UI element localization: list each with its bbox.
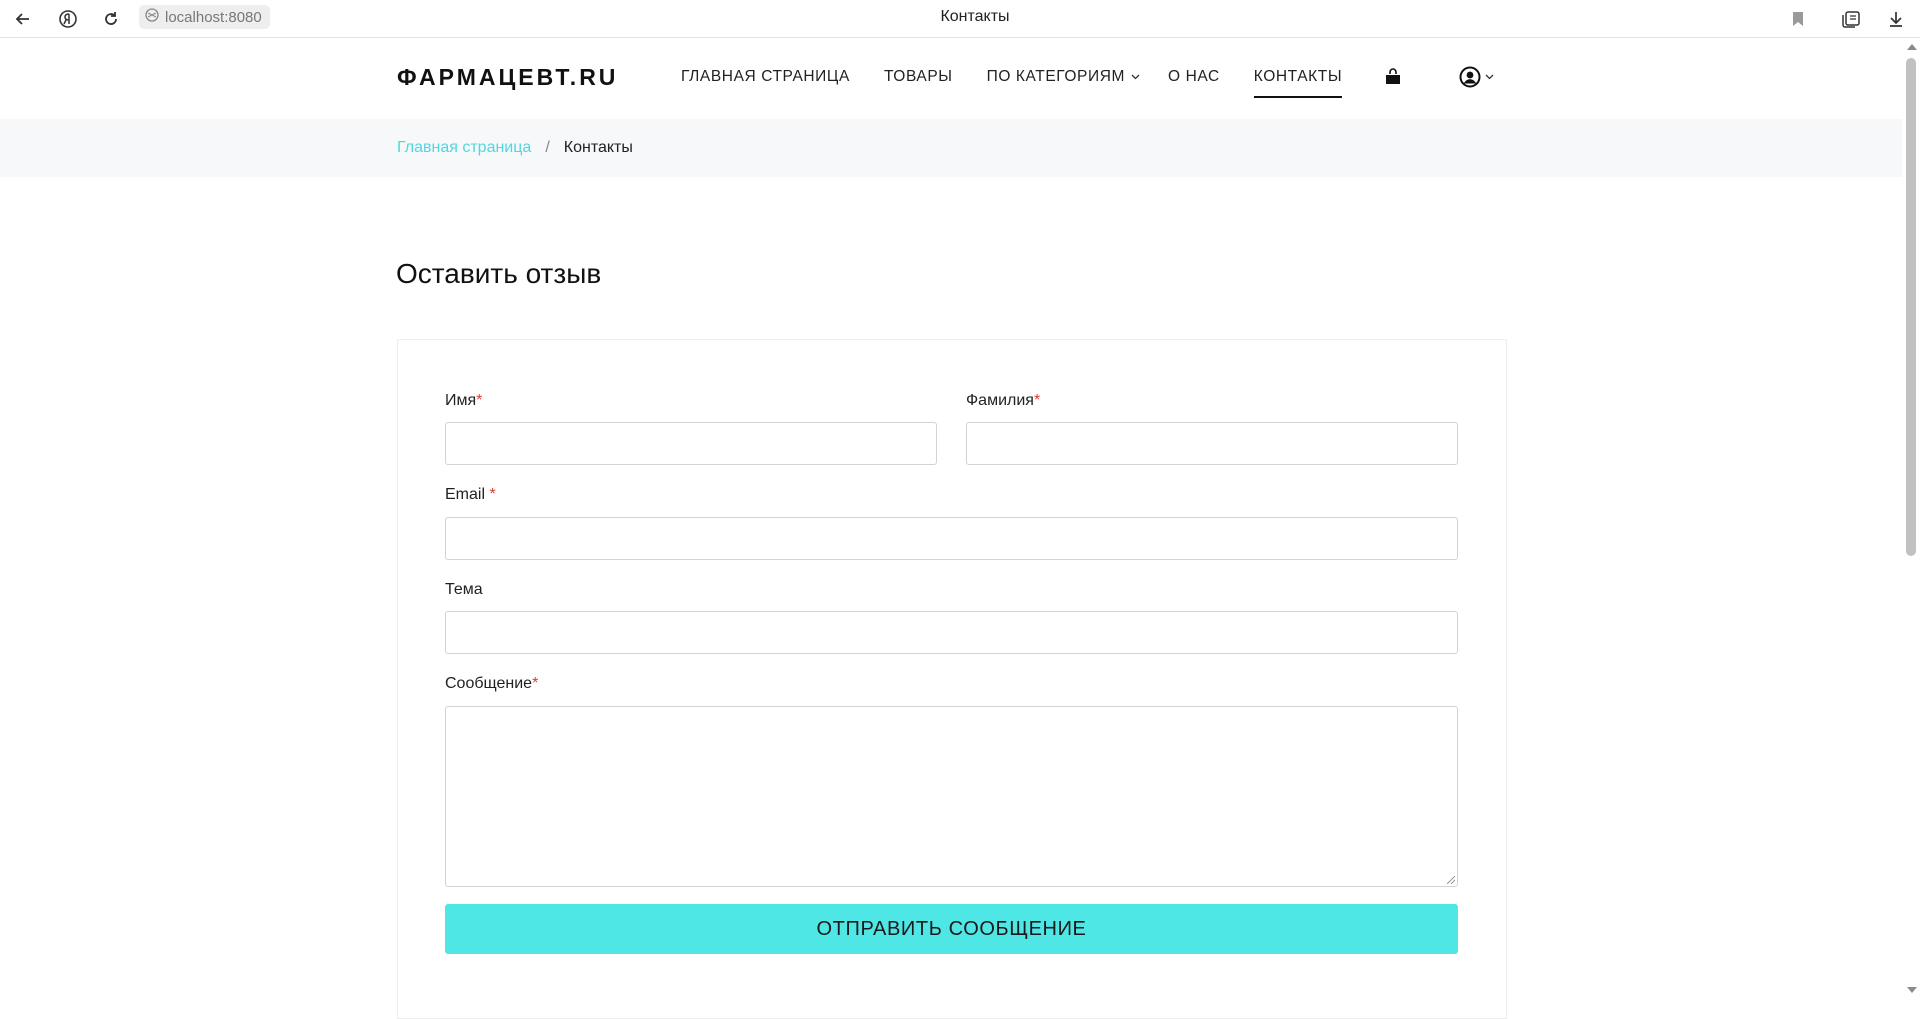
first-name-label-text: Имя (445, 392, 477, 409)
required-mark: * (1033, 392, 1041, 409)
shopping-bag-icon[interactable] (1384, 68, 1402, 86)
message-label-text: Сообщение (445, 675, 533, 692)
collections-icon[interactable] (1837, 5, 1865, 33)
message-label: Сообщение* (445, 675, 538, 693)
nav-item-label: Контакты (1253, 68, 1343, 85)
last-name-input[interactable] (966, 422, 1458, 465)
nav-item-label: Главная страница (681, 68, 850, 85)
scroll-up-icon[interactable] (1907, 44, 1917, 50)
vertical-scrollbar[interactable] (1902, 38, 1920, 999)
breadcrumb-separator: / (545, 139, 550, 156)
email-input[interactable] (445, 517, 1458, 560)
email-label: Email * (445, 486, 496, 504)
scrollbar-thumb[interactable] (1906, 58, 1916, 556)
breadcrumb: Главная страница / Контакты (397, 139, 633, 157)
nav-item-label: Товары (883, 68, 953, 85)
nav-item-label: По категориям (986, 68, 1126, 85)
required-mark: * (489, 486, 496, 503)
user-menu[interactable] (1459, 66, 1494, 88)
resize-handle-icon[interactable] (1447, 876, 1455, 884)
nav-item-about[interactable]: О нас (1168, 68, 1220, 86)
last-name-label-text: Фамилия (966, 392, 1034, 409)
subject-input[interactable] (445, 611, 1458, 654)
chevron-down-icon (1131, 74, 1140, 80)
nav-item-categories[interactable]: По категориям (987, 68, 1140, 86)
download-icon[interactable] (1882, 5, 1910, 33)
browser-toolbar: localhost:8080 Контакты (0, 0, 1920, 38)
last-name-label: Фамилия* (966, 392, 1040, 410)
first-name-label: Имя* (445, 392, 482, 410)
nav-item-home[interactable]: Главная страница (681, 68, 850, 86)
nav-item-products[interactable]: Товары (884, 68, 953, 86)
breadcrumb-current: Контакты (563, 139, 633, 156)
chevron-down-icon (1485, 74, 1494, 80)
site-logo[interactable]: ФАРМАЦЕВТ.RU (397, 64, 618, 91)
breadcrumb-band: Главная страница / Контакты (0, 119, 1902, 177)
scroll-down-icon[interactable] (1907, 987, 1917, 993)
site-header: ФАРМАЦЕВТ.RU Главная страница Товары По … (0, 38, 1902, 119)
required-mark: * (476, 392, 483, 409)
email-label-text: Email (445, 486, 486, 503)
submit-button[interactable]: Отправить сообщение (445, 904, 1458, 954)
bookmark-icon[interactable] (1784, 5, 1812, 33)
breadcrumb-home-link[interactable]: Главная страница (397, 139, 531, 157)
user-icon (1459, 66, 1481, 88)
required-mark: * (532, 675, 539, 692)
nav-item-label: О нас (1168, 68, 1220, 85)
first-name-input[interactable] (445, 422, 937, 465)
subject-label: Тема (445, 581, 483, 598)
main-nav: Главная страница Товары По категориям О … (681, 68, 1343, 98)
tab-title: Контакты (940, 8, 1010, 25)
nav-item-contacts[interactable]: Контакты (1253, 68, 1343, 98)
page-title: Оставить отзыв (396, 258, 602, 289)
message-textarea[interactable] (445, 706, 1458, 887)
